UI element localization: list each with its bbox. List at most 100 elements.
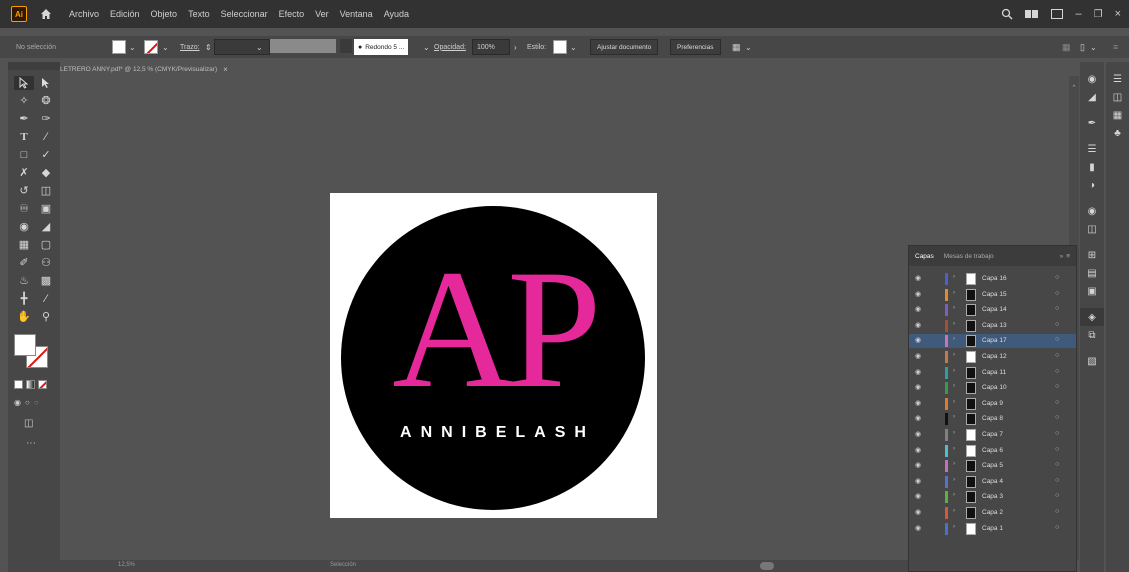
swatches-icon[interactable]: ▦ [1106,106,1129,124]
color-icon[interactable]: ◉ [1080,202,1104,220]
menu-lines-icon[interactable]: ≡ [1113,39,1118,55]
appearance-icon[interactable]: ◉ [1080,70,1104,88]
adjust-document-button[interactable]: Ajustar documento [590,39,659,55]
menu-seleccionar[interactable]: Seleccionar [221,9,268,19]
lasso-tool-icon[interactable]: ❂ [36,94,56,108]
menu-archivo[interactable]: Archivo [69,9,99,19]
chevron-down-icon[interactable]: ⌄ [423,39,430,55]
transform-icon[interactable]: ▦ [1062,39,1071,55]
target-circle-icon[interactable]: ○ [1055,290,1059,297]
layer-name[interactable]: Capa 3 [982,493,1003,500]
target-circle-icon[interactable]: ○ [1055,461,1059,468]
fill-stroke-control[interactable] [14,334,54,374]
arrange-documents-icon[interactable] [1025,9,1039,19]
mesh-tool-icon[interactable]: ▦ [14,238,34,252]
expand-layer-icon[interactable]: › [953,477,955,483]
visibility-eye-icon[interactable]: ◉ [915,352,921,360]
layer-row[interactable]: ◉ › Capa 14 ○ [909,303,1076,317]
expand-layer-icon[interactable]: › [953,305,955,311]
target-circle-icon[interactable]: ○ [1055,352,1059,359]
target-circle-icon[interactable]: ○ [1055,399,1059,406]
color-guide-icon[interactable]: ◫ [1080,220,1104,238]
panel-menu-icon[interactable]: ≡ [1066,253,1070,260]
preferences-button[interactable]: Preferencias [670,39,721,55]
artboards-panel-icon[interactable]: ⧉ [1080,326,1104,344]
selection-tool-icon[interactable] [14,76,34,90]
target-circle-icon[interactable]: ○ [1055,321,1059,328]
stroke-stepper-icon[interactable]: ⇕ [205,39,212,55]
expand-layer-icon[interactable]: › [953,321,955,327]
visibility-eye-icon[interactable]: ◉ [915,461,921,469]
edit-toolbar-icon[interactable]: ⋯ [26,438,36,449]
visibility-eye-icon[interactable]: ◉ [915,492,921,500]
chevron-down-icon[interactable]: ⌄ [1090,39,1097,55]
warp-tool-icon[interactable]: ♾ [14,202,34,216]
symbol-sprayer-tool-icon[interactable]: ♨ [14,274,34,288]
style-swatch[interactable] [553,39,567,55]
align-icon[interactable]: ▦ [732,39,741,55]
perspective-grid-tool-icon[interactable]: ◢ [36,220,56,234]
draw-normal-icon[interactable]: ◉ [14,398,21,407]
target-circle-icon[interactable]: ○ [1055,414,1059,421]
draw-behind-icon[interactable]: ○ [25,398,30,407]
visibility-eye-icon[interactable]: ◉ [915,368,921,376]
target-circle-icon[interactable]: ○ [1055,446,1059,453]
minimize-button[interactable]: – [1075,8,1081,20]
layer-name[interactable]: Capa 4 [982,478,1003,485]
profile-dropdown[interactable] [340,39,352,53]
layer-name[interactable]: Capa 8 [982,415,1003,422]
scroll-up-icon[interactable]: ⌃ [1069,84,1079,92]
target-circle-icon[interactable]: ○ [1055,430,1059,437]
shaper-tool-icon[interactable]: ✗ [14,166,34,180]
slice-tool-icon[interactable]: ∕ [36,292,56,306]
line-tool-icon[interactable]: ∕ [36,130,56,144]
type-tool-icon[interactable]: T [14,130,34,144]
transform-panel-icon[interactable]: ⊞ [1080,246,1104,264]
expand-layer-icon[interactable]: › [953,430,955,436]
expand-layer-icon[interactable]: › [953,274,955,280]
curvature-tool-icon[interactable]: ✑ [36,112,56,126]
expand-layer-icon[interactable]: › [953,399,955,405]
menu-ventana[interactable]: Ventana [340,9,373,19]
layer-row[interactable]: ◉ › Capa 13 ○ [909,319,1076,333]
horizontal-scroll-thumb[interactable] [760,562,774,570]
align-panel-icon[interactable]: ▤ [1080,264,1104,282]
align-panel-icon[interactable]: ▯ [1080,39,1085,55]
graphic-styles-icon[interactable]: ◢ [1080,88,1104,106]
layer-row[interactable]: ◉ › Capa 10 ○ [909,381,1076,395]
visibility-eye-icon[interactable]: ◉ [915,414,921,422]
layer-row[interactable]: ◉ › Capa 4 ○ [909,475,1076,489]
layer-row[interactable]: ◉ › Capa 2 ○ [909,506,1076,520]
target-circle-icon[interactable]: ○ [1055,274,1059,281]
layer-name[interactable]: Capa 13 [982,322,1007,329]
pathfinder-icon[interactable]: ▣ [1080,282,1104,300]
target-circle-icon[interactable]: ○ [1055,524,1059,531]
close-button[interactable]: × [1115,8,1121,20]
chevron-down-icon[interactable]: ⌄ [256,39,263,55]
expand-layer-icon[interactable]: › [953,383,955,389]
menu-ver[interactable]: Ver [315,9,329,19]
chevron-down-icon[interactable]: ⌄ [570,39,577,55]
menu-texto[interactable]: Texto [188,9,210,19]
search-icon[interactable] [1001,8,1013,20]
layer-row[interactable]: ◉ › Capa 1 ○ [909,522,1076,536]
layer-row[interactable]: ◉ › Capa 15 ○ [909,288,1076,302]
visibility-eye-icon[interactable]: ◉ [915,336,921,344]
menu-objeto[interactable]: Objeto [151,9,178,19]
visibility-eye-icon[interactable]: ◉ [915,290,921,298]
gradient-icon[interactable]: ▮ [1080,158,1104,176]
eraser-tool-icon[interactable]: ◆ [36,166,56,180]
layer-row[interactable]: ◉ › Capa 7 ○ [909,428,1076,442]
target-circle-icon[interactable]: ○ [1055,305,1059,312]
visibility-eye-icon[interactable]: ◉ [915,321,921,329]
visibility-eye-icon[interactable]: ◉ [915,305,921,313]
expand-layer-icon[interactable]: › [953,414,955,420]
expand-layer-icon[interactable]: › [953,508,955,514]
shape-builder-tool-icon[interactable]: ◉ [14,220,34,234]
tab-layers[interactable]: Capas [915,253,934,260]
comments-icon[interactable]: ▧ [1080,352,1104,370]
visibility-eye-icon[interactable]: ◉ [915,524,921,532]
layer-name[interactable]: Capa 5 [982,462,1003,469]
expand-layer-icon[interactable]: › [953,524,955,530]
expand-layer-icon[interactable]: › [953,290,955,296]
